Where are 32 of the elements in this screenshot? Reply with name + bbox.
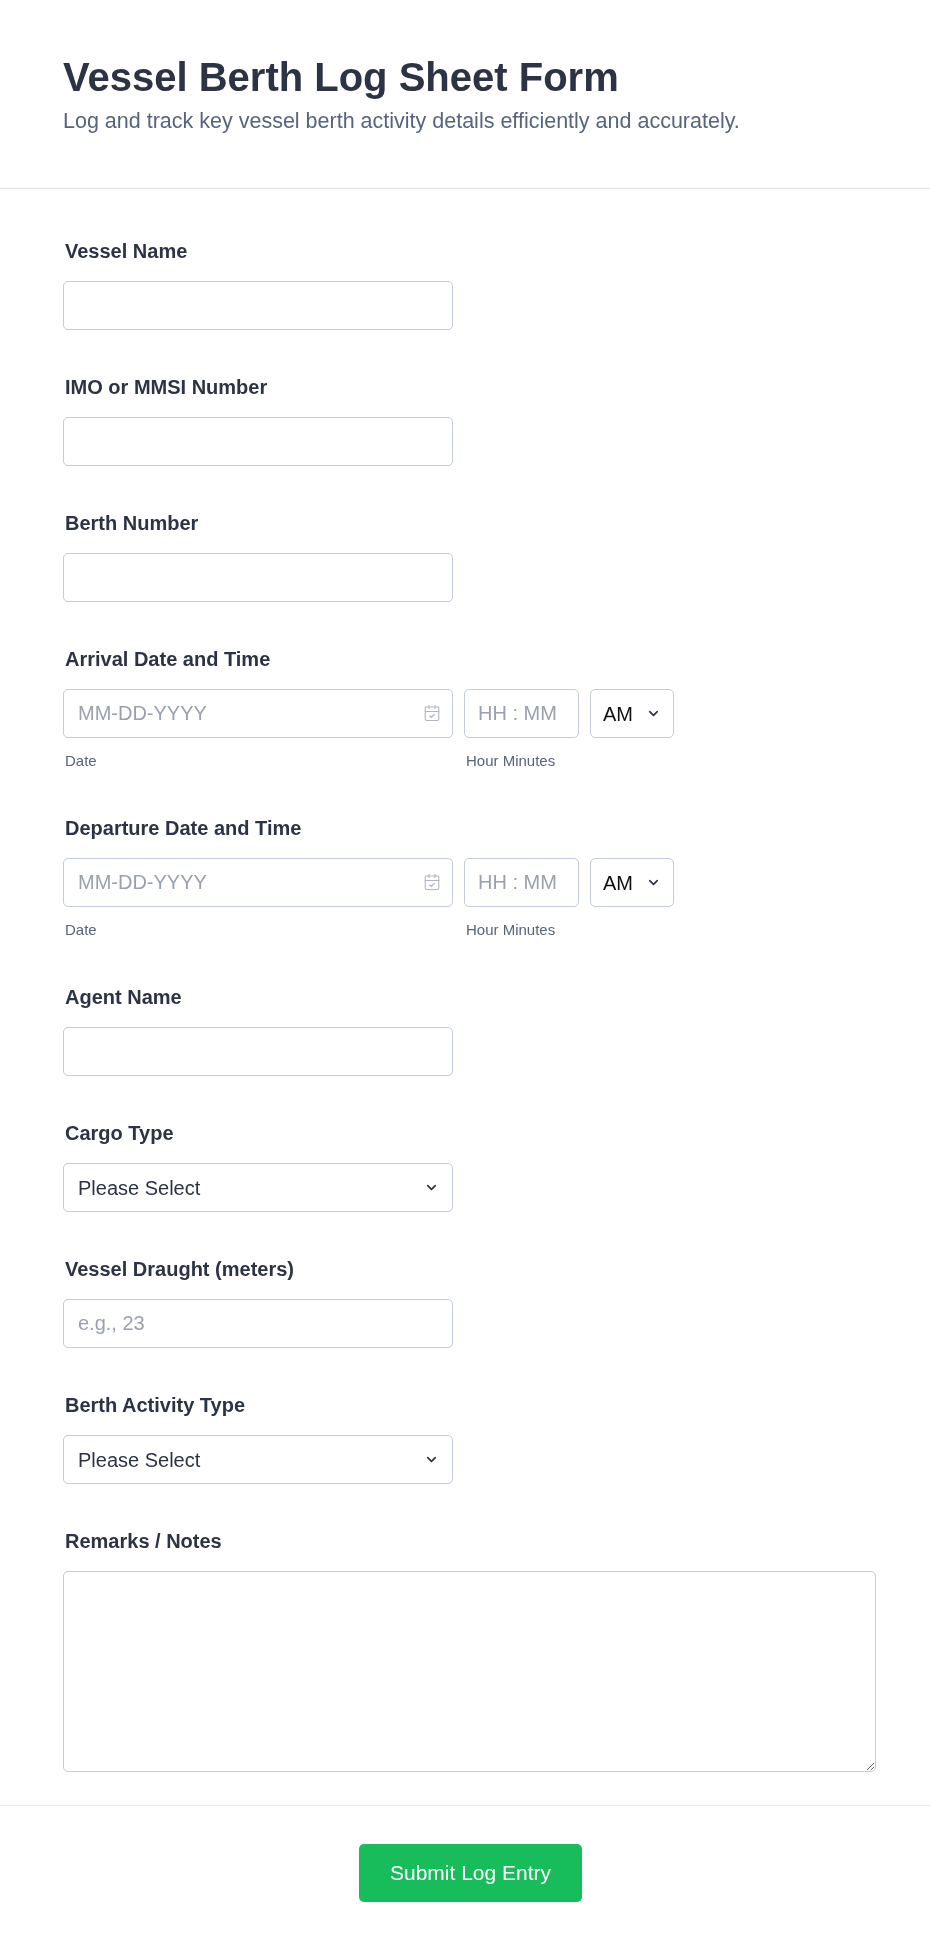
date-field[interactable]: MM-DD-YYYY	[63, 858, 453, 907]
field-label: Berth Activity Type	[64, 1393, 246, 1417]
date-field[interactable]: MM-DD-YYYY	[63, 689, 453, 738]
text-field[interactable]	[63, 1027, 453, 1076]
field-label: IMO or MMSI Number	[64, 375, 268, 399]
time-field[interactable]: HH : MM	[464, 689, 579, 738]
text-field[interactable]	[63, 417, 453, 466]
period-select[interactable]: AM	[590, 858, 674, 907]
field-sublabel: Hour Minutes	[465, 751, 556, 771]
field-label: Agent Name	[64, 985, 182, 1009]
field-label: Vessel Name	[64, 239, 188, 263]
form-title: Vessel Berth Log Sheet Form	[63, 54, 619, 101]
text-field[interactable]	[63, 553, 453, 602]
field-label: Remarks / Notes	[64, 1529, 222, 1553]
notes-textarea[interactable]	[63, 1571, 876, 1772]
field-label: Departure Date and Time	[64, 816, 302, 840]
field-label: Cargo Type	[64, 1121, 174, 1145]
field-sublabel: Hour Minutes	[465, 920, 556, 940]
calendar-icon[interactable]	[423, 873, 441, 891]
text-field[interactable]: e.g., 23	[63, 1299, 453, 1348]
field-label: Vessel Draught (meters)	[64, 1257, 294, 1281]
field-sublabel: Date	[64, 751, 97, 771]
field-label: Arrival Date and Time	[64, 647, 271, 671]
calendar-icon[interactable]	[423, 704, 441, 722]
field-sublabel: Date	[64, 920, 97, 940]
field-label: Berth Number	[64, 511, 199, 535]
dropdown-select[interactable]: Please Select	[63, 1435, 453, 1484]
time-field[interactable]: HH : MM	[464, 858, 579, 907]
dropdown-select[interactable]: Please Select	[63, 1163, 453, 1212]
form-subtitle: Log and track key vessel berth activity details efficiently and accurately.	[63, 108, 740, 135]
text-field[interactable]	[63, 281, 453, 330]
period-select[interactable]: AM	[590, 689, 674, 738]
